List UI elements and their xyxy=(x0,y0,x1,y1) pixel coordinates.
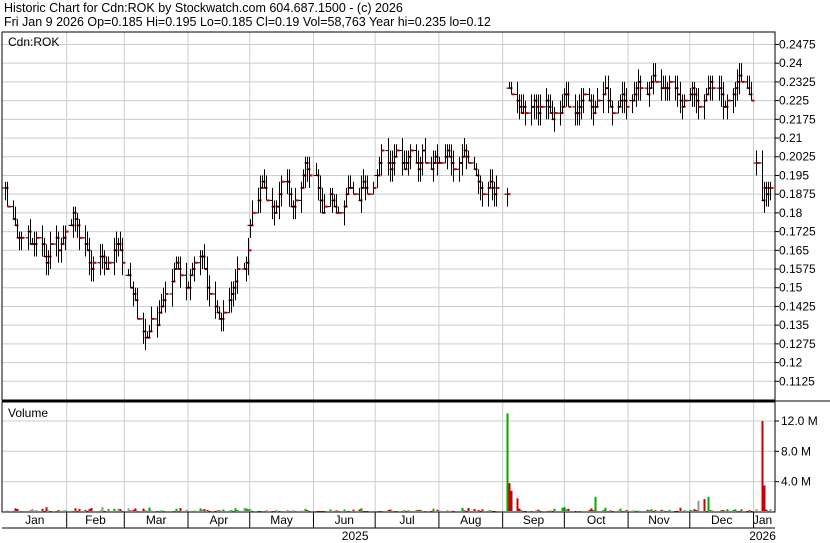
year-label: 2026 xyxy=(749,529,776,543)
month-label: Mar xyxy=(146,513,167,527)
price-tick-label: 0.225 xyxy=(779,94,809,108)
month-label: Oct xyxy=(587,513,606,527)
volume-title: Volume xyxy=(8,406,48,420)
volume-panel-frame xyxy=(1,401,776,513)
price-tick-label: 0.2025 xyxy=(779,150,816,164)
price-tick-label: 0.18 xyxy=(779,206,803,220)
month-label: Dec xyxy=(711,513,732,527)
price-tick-label: 0.165 xyxy=(779,243,809,257)
symbol-label: Cdn:ROK xyxy=(8,35,59,49)
stock-chart: 0.2475 0.24 0.2325 0.225 0.2175 0.21 0.2025 0.1… xyxy=(1,31,830,543)
price-tick-label: 0.15 xyxy=(779,281,803,295)
price-tick-label: 0.1425 xyxy=(779,299,816,313)
price-bars xyxy=(2,63,774,351)
month-label: Nov xyxy=(648,513,669,527)
volume-tick-label: 8.0 M xyxy=(781,444,811,458)
price-tick-label: 0.195 xyxy=(779,168,809,182)
price-tick-label: 0.1575 xyxy=(779,262,816,276)
month-label: Jul xyxy=(399,513,414,527)
price-panel-frame xyxy=(1,31,776,401)
grid xyxy=(2,32,775,512)
price-tick-label: 0.2475 xyxy=(779,37,816,51)
price-tick-label: 0.135 xyxy=(779,318,809,332)
month-label: Apr xyxy=(210,513,229,527)
price-tick-label: 0.1875 xyxy=(779,187,816,201)
volume-tick-label: 4.0 M xyxy=(781,475,811,489)
price-tick-label: 0.24 xyxy=(779,56,803,70)
volume-tick-label: 12.0 M xyxy=(781,414,818,428)
month-label: Aug xyxy=(460,513,481,527)
month-label: Jan xyxy=(25,513,44,527)
month-label: Sep xyxy=(523,513,545,527)
price-tick-label: 0.21 xyxy=(779,131,803,145)
month-label: May xyxy=(270,513,293,527)
price-tick-label: 0.12 xyxy=(779,356,803,370)
price-tick-label: 0.1125 xyxy=(779,374,815,388)
price-tick-label: 0.1275 xyxy=(779,337,816,351)
month-label: Feb xyxy=(85,513,106,527)
month-label: Jan xyxy=(753,513,772,527)
month-label: Jun xyxy=(335,513,354,527)
price-tick-label: 0.2175 xyxy=(779,112,816,126)
volume-bars xyxy=(4,413,772,512)
price-tick-label: 0.1725 xyxy=(779,225,816,239)
price-tick-label: 0.2325 xyxy=(779,75,816,89)
year-label: 2025 xyxy=(342,529,369,543)
chart-frame xyxy=(1,31,830,529)
